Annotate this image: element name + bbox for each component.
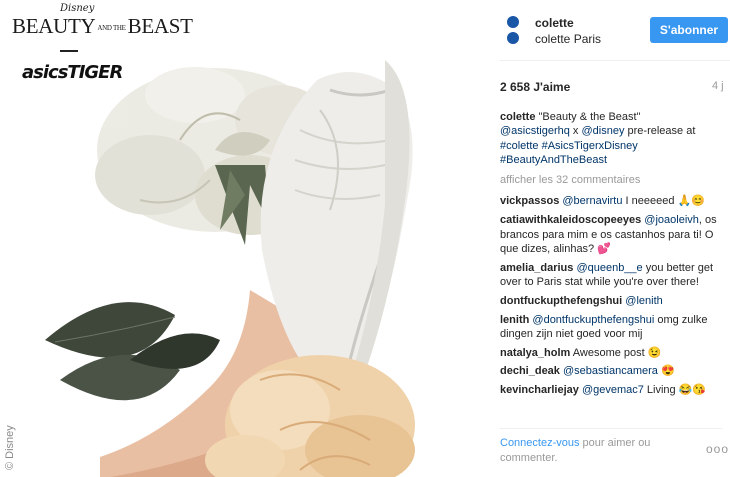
caption-hashtag[interactable]: #AsicsTigerxDisney: [542, 140, 638, 152]
comment-username[interactable]: catiawithkaleidoscopeeyes: [500, 214, 641, 226]
comment-mention[interactable]: @sebastiancamera: [563, 365, 658, 377]
comment: catiawithkaleidoscopeeyes @joaoleivh, os…: [500, 213, 722, 256]
comment-text: Living 😂😘: [643, 384, 707, 397]
comment: dechi_deak @sebastiancamera 😍: [500, 364, 722, 378]
follow-button[interactable]: S'abonner: [650, 17, 728, 43]
dark-leaves: [45, 302, 220, 401]
post-header: colette colette Paris S'abonner: [486, 0, 730, 60]
comment-text: 😍: [657, 365, 675, 378]
comment-username[interactable]: amelia_darius: [500, 262, 573, 274]
more-options-icon[interactable]: ooo: [706, 442, 729, 456]
caption-hashtag[interactable]: #colette: [500, 140, 539, 152]
comment-text: Awesome post 😉: [572, 346, 662, 359]
header-divider: [500, 60, 730, 61]
comment-mention[interactable]: @joaoleivh: [644, 214, 699, 226]
comment-mention[interactable]: @bernavirtu: [562, 195, 622, 207]
disney-logo: Disney: [60, 3, 95, 14]
post-side-panel: colette colette Paris S'abonner 2 658 J'…: [486, 0, 730, 477]
caption-username[interactable]: colette: [500, 111, 535, 123]
comment: dontfuckupthefengshui @lenith: [500, 294, 722, 308]
comment-username[interactable]: kevincharliejay: [500, 384, 579, 396]
post-location[interactable]: colette Paris: [535, 32, 601, 46]
comment: kevincharliejay @gevemac7 Living 😂😘: [500, 383, 722, 397]
comment: natalya_holm Awesome post 😉: [500, 346, 722, 360]
comment-username[interactable]: dechi_deak: [500, 365, 560, 377]
logo-divider: [60, 50, 78, 52]
comment-mention[interactable]: @queenb__e: [576, 262, 642, 274]
comment: lenith @dontfuckupthefengshui omg zulke …: [500, 313, 722, 342]
post-caption: colette "Beauty & the Beast" @asicstiger…: [500, 110, 722, 167]
show-all-comments-link[interactable]: afficher les 32 commentaires: [500, 173, 722, 187]
caption-mention[interactable]: @asicstigerhq: [500, 125, 570, 137]
comment-mention[interactable]: @dontfuckupthefengshui: [532, 314, 654, 326]
comment-mention[interactable]: @lenith: [625, 295, 662, 307]
post-age[interactable]: 4 j: [712, 80, 724, 92]
likes-count[interactable]: 2 658 J'aime: [500, 80, 570, 94]
asics-tiger-logo: asicsTIGER: [22, 62, 123, 83]
caption-mention[interactable]: @disney: [582, 125, 625, 137]
comment: amelia_darius @queenb__e you better get …: [500, 261, 722, 290]
login-prompt: Connectez-vous pour aimer ou commenter.: [500, 436, 690, 466]
footer-divider: [500, 428, 722, 429]
comment-mention[interactable]: @gevemac7: [582, 384, 644, 396]
post-username[interactable]: colette: [535, 16, 574, 30]
caption-hashtag[interactable]: #BeautyAndTheBeast: [500, 154, 607, 166]
comment-username[interactable]: vickpassos: [500, 195, 559, 207]
comment: vickpassos @bernavirtu I neeeeed 🙏😊: [500, 194, 722, 208]
beauty-beast-logo: BEAUTY AND THEBEAST: [12, 14, 193, 38]
avatar[interactable]: [504, 16, 522, 46]
photo-copyright: © Disney: [4, 425, 16, 470]
comment-username[interactable]: natalya_holm: [500, 347, 570, 359]
caption-x: x: [569, 125, 582, 138]
comment-text: I neeeeed 🙏😊: [622, 195, 705, 208]
caption-text-rest: pre-release at: [624, 125, 696, 138]
comment-username[interactable]: dontfuckupthefengshui: [500, 295, 622, 307]
post-photo[interactable]: Disney BEAUTY AND THEBEAST asicsTIGER © D…: [0, 0, 486, 477]
comment-username[interactable]: lenith: [500, 314, 529, 326]
comments-list: colette "Beauty & the Beast" @asicstiger…: [500, 110, 722, 402]
caption-text: "Beauty & the Beast": [535, 111, 641, 123]
login-link[interactable]: Connectez-vous: [500, 437, 580, 449]
